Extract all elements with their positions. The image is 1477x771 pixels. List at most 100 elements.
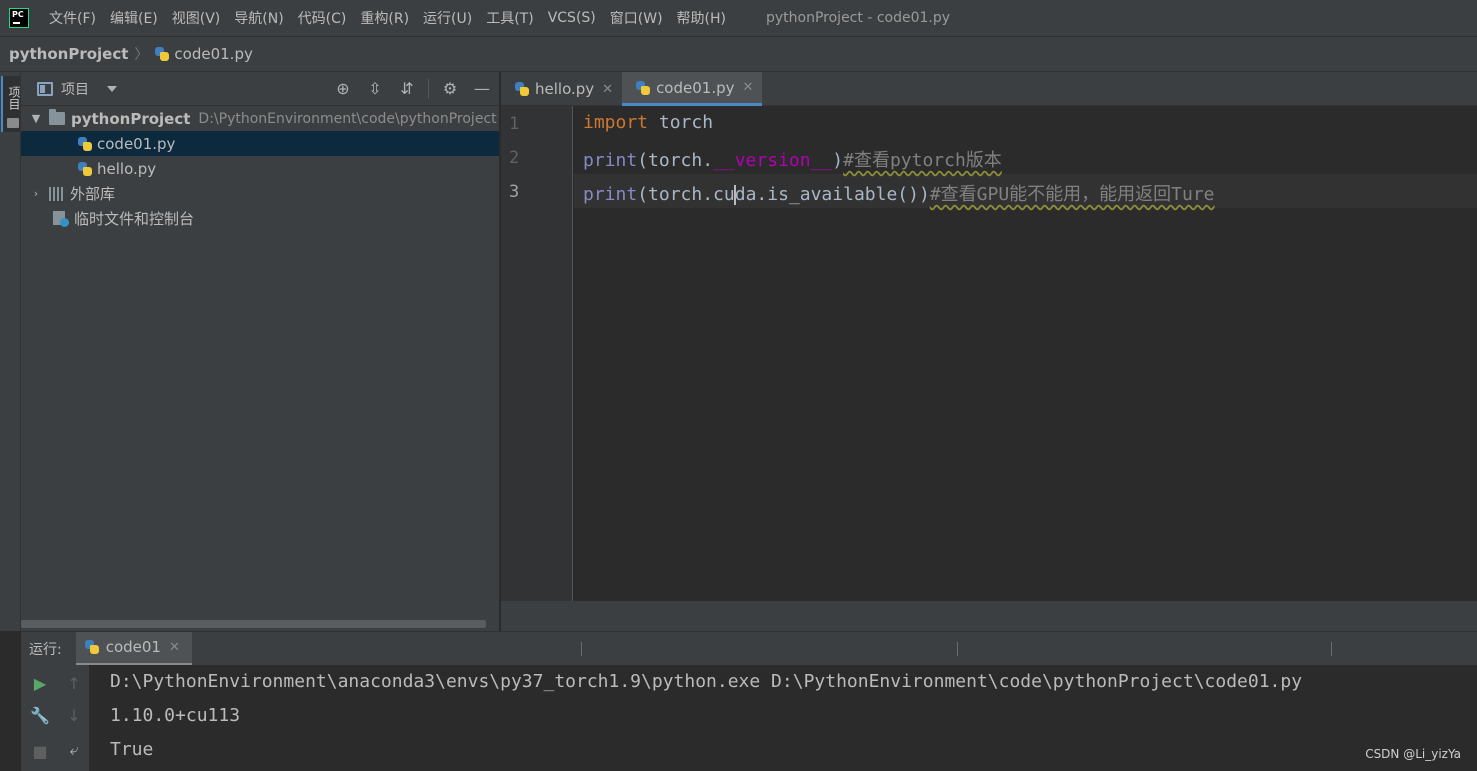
line-number: 3 <box>509 182 520 202</box>
collapse-all-icon[interactable]: ⇵ <box>396 78 418 100</box>
run-panel-header: 运行: code01 ✕ <box>21 631 1477 666</box>
left-tool-strip: 项目 <box>0 72 21 631</box>
folder-icon <box>7 118 19 128</box>
tree-root-pythonproject[interactable]: ▼ pythonProject D:\PythonEnvironment\cod… <box>21 106 499 131</box>
tree-item-label: 外部库 <box>70 185 116 203</box>
python-file-icon <box>77 136 93 152</box>
menu-edit[interactable]: 编辑(E) <box>110 8 158 28</box>
tree-root-path: D:\PythonEnvironment\code\pythonProject <box>198 110 497 127</box>
python-file-icon <box>635 80 651 96</box>
line-number: 2 <box>509 148 520 168</box>
splitter-handle[interactable] <box>957 642 958 656</box>
tree-item-hello[interactable]: hello.py <box>21 156 499 181</box>
rerun-icon[interactable]: ▶ <box>29 673 51 695</box>
project-panel-tools: ⊕ ⇳ ⇵ ⚙ — <box>322 72 493 106</box>
tab-label: code01.py <box>656 78 735 97</box>
locate-file-icon[interactable]: ⊕ <box>332 78 354 100</box>
arrow-down-icon[interactable]: ↓ <box>63 705 85 727</box>
chevron-right-icon[interactable]: › <box>29 187 43 200</box>
code-comment: #查看pytorch版本 <box>843 150 1002 171</box>
code-comment: #查看GPU能不能用，能用返回Ture <box>929 184 1215 205</box>
code-text: (torch. <box>637 150 714 171</box>
console-line: 1.10.0+cu113 <box>110 705 241 726</box>
run-toolbar: ▶ ↑ 🔧 ↓ ■ ⤶ <box>21 665 89 771</box>
code-builtin: print <box>583 184 638 205</box>
tab-code01-py[interactable]: code01.py ✕ <box>622 72 763 106</box>
code-line-1[interactable]: import torch <box>583 112 713 133</box>
breadcrumb-file[interactable]: code01.py <box>174 45 252 63</box>
code-text: ) <box>832 150 844 171</box>
menu-tools[interactable]: 工具(T) <box>486 8 533 28</box>
console-line: True <box>110 739 154 760</box>
project-panel-title[interactable]: 项目 <box>61 79 89 99</box>
code-builtin: print <box>583 150 638 171</box>
project-view-icon <box>37 81 53 96</box>
menu-vcs[interactable]: VCS(S) <box>548 10 596 26</box>
tree-item-label: 临时文件和控制台 <box>74 210 195 228</box>
breadcrumb-separator: 〉 <box>134 47 149 63</box>
close-icon[interactable]: ✕ <box>602 82 613 97</box>
code-line-2[interactable]: print(torch.__version__)#查看pytorch版本 <box>583 146 1002 172</box>
code-keyword: import <box>583 112 649 133</box>
menu-window[interactable]: 窗口(W) <box>610 8 663 28</box>
library-icon <box>49 186 65 201</box>
scratch-console-icon <box>53 210 69 227</box>
project-tree: ▼ pythonProject D:\PythonEnvironment\cod… <box>21 106 499 231</box>
menu-view[interactable]: 视图(V) <box>172 8 221 28</box>
python-file-icon <box>84 639 100 655</box>
console-line: D:\PythonEnvironment\anaconda3\envs\py37… <box>110 671 1303 692</box>
breadcrumb: pythonProject 〉 code01.py <box>0 36 1477 72</box>
chevron-down-icon[interactable]: ▼ <box>29 112 43 125</box>
folder-icon <box>49 109 65 125</box>
stop-icon[interactable]: ■ <box>29 741 51 763</box>
menu-help[interactable]: 帮助(H) <box>677 8 726 28</box>
expand-all-icon[interactable]: ⇳ <box>364 78 386 100</box>
menu-file[interactable]: 文件(F) <box>49 8 96 28</box>
code-text: da.is_available()) <box>734 184 930 205</box>
code-line-3[interactable]: print(torch.cuda.is_available())#查看GPU能不… <box>583 180 1215 206</box>
code-editor[interactable]: 1 2 3 import torch print(torch.__version… <box>501 106 1477 601</box>
code-text: (torch.cu <box>637 184 735 205</box>
tab-label: hello.py <box>535 80 595 98</box>
watermark: CSDN @Li_yizYa <box>1365 747 1461 761</box>
horizontal-scrollbar[interactable] <box>21 620 486 628</box>
chevron-down-icon[interactable] <box>107 85 117 92</box>
tab-hello-py[interactable]: hello.py ✕ <box>501 72 622 106</box>
menu-bar: 文件(F) 编辑(E) 视图(V) 导航(N) 代码(C) 重构(R) 运行(U… <box>0 0 1477 36</box>
menu-refactor[interactable]: 重构(R) <box>360 8 409 28</box>
splitter-handle[interactable] <box>1331 642 1332 656</box>
editor-bottom-area <box>501 601 1477 631</box>
line-number-gutter: 1 2 3 <box>501 106 573 601</box>
run-panel-label: 运行: <box>29 641 62 658</box>
close-icon[interactable]: ✕ <box>169 640 180 655</box>
run-console[interactable]: D:\PythonEnvironment\anaconda3\envs\py37… <box>89 665 1477 771</box>
soft-wrap-icon[interactable]: ⤶ <box>63 739 85 761</box>
python-file-icon <box>514 81 530 97</box>
window-title: pythonProject - code01.py <box>766 10 951 26</box>
tree-item-code01[interactable]: code01.py <box>21 131 499 156</box>
project-tool-window-tab[interactable]: 项目 <box>1 76 21 132</box>
python-file-icon <box>154 46 170 62</box>
toolbar-divider <box>428 79 429 99</box>
hide-panel-icon[interactable]: — <box>471 78 493 100</box>
gear-icon[interactable]: ⚙ <box>439 78 461 100</box>
breadcrumb-project[interactable]: pythonProject <box>9 45 128 63</box>
tree-item-label: code01.py <box>97 134 176 153</box>
editor-tab-bar: hello.py ✕ code01.py ✕ <box>501 72 1477 106</box>
tree-item-scratches[interactable]: 临时文件和控制台 <box>21 206 499 231</box>
pycharm-logo-icon <box>9 8 29 28</box>
tree-item-label: hello.py <box>97 159 157 178</box>
menu-code[interactable]: 代码(C) <box>298 8 347 28</box>
arrow-up-icon[interactable]: ↑ <box>63 673 85 695</box>
close-icon[interactable]: ✕ <box>743 80 754 95</box>
project-panel: 项目 ⊕ ⇳ ⇵ ⚙ — ▼ pythonProject D:\PythonEn… <box>21 72 500 631</box>
wrench-icon[interactable]: 🔧 <box>29 705 51 727</box>
menu-run[interactable]: 运行(U) <box>423 8 472 28</box>
run-tab-code01[interactable]: code01 ✕ <box>75 631 192 666</box>
menu-navigate[interactable]: 导航(N) <box>234 8 283 28</box>
python-file-icon <box>77 161 93 177</box>
tree-item-external-libraries[interactable]: › 外部库 <box>21 181 499 206</box>
code-magic-attr: __version__ <box>713 150 833 171</box>
splitter-handle[interactable] <box>581 642 582 656</box>
code-text: torch <box>648 112 714 133</box>
